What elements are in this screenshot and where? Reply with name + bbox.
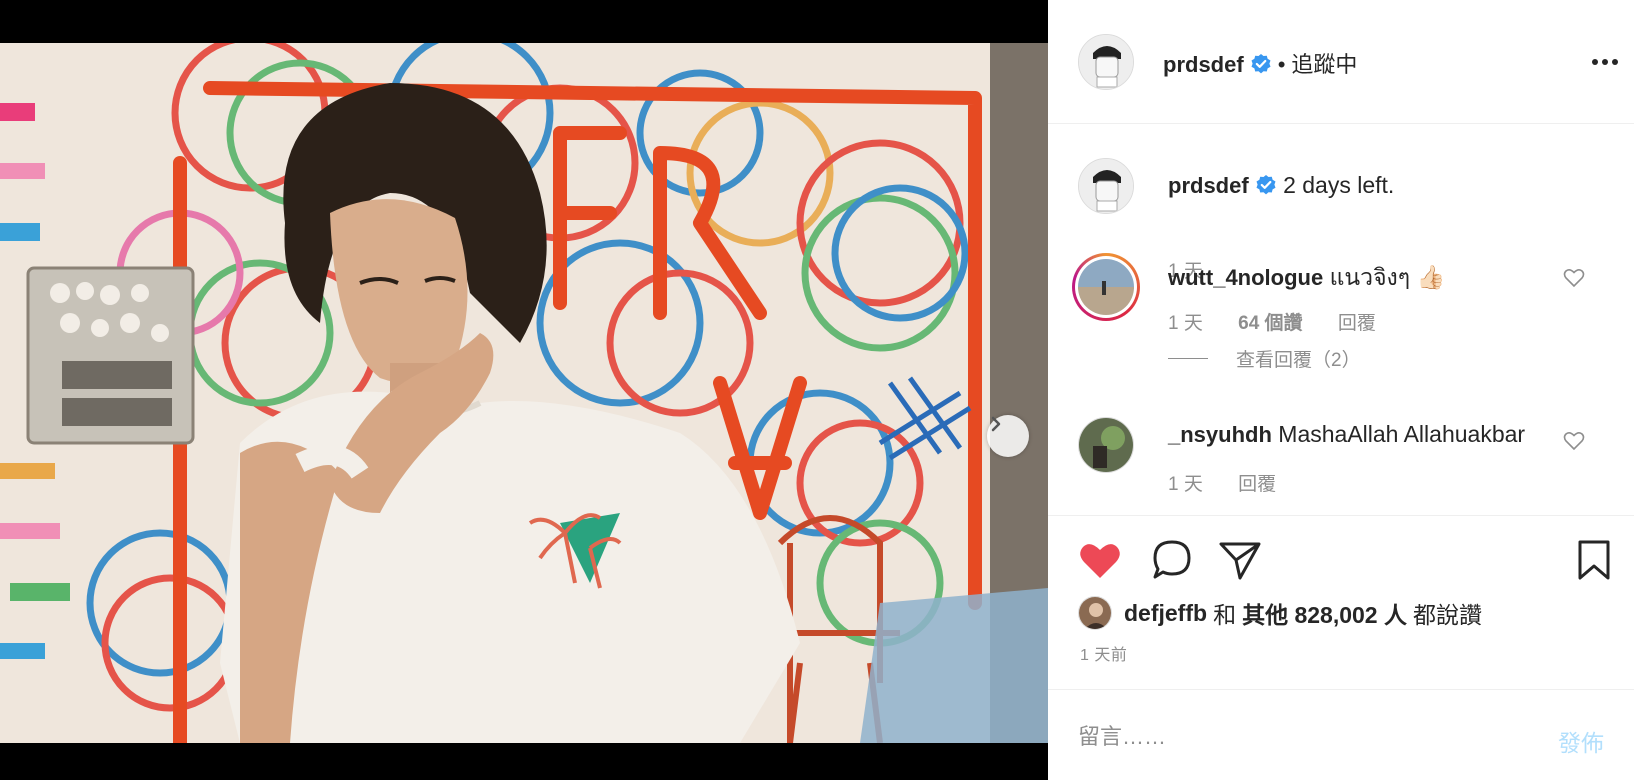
avatar-illustration xyxy=(1079,35,1133,89)
view-replies-label: 查看回覆（2） xyxy=(1236,350,1361,371)
likes-others-count[interactable]: 其他 828,002 人 xyxy=(1242,596,1407,630)
comment-meta: 1 天 64 個讚 回覆 xyxy=(1168,308,1406,335)
avatar-illustration xyxy=(1079,597,1111,629)
view-replies-button[interactable]: 查看回覆（2） xyxy=(1168,345,1361,372)
avatar-illustration xyxy=(1079,159,1133,213)
more-horizontal-icon xyxy=(1592,59,1618,65)
caption-text: 2 days left. xyxy=(1283,172,1395,198)
comment-like-heart-icon[interactable] xyxy=(1562,428,1586,452)
next-slide-button[interactable] xyxy=(987,415,1029,457)
post-timestamp[interactable]: 1 天前 xyxy=(1080,641,1127,665)
comment-time: 1 天 xyxy=(1168,474,1203,495)
like-heart-icon[interactable] xyxy=(1076,536,1124,584)
follow-separator: • xyxy=(1277,52,1286,77)
caption-text-row: prdsdef 2 days left. xyxy=(1168,172,1394,199)
chevron-right-icon xyxy=(991,416,1001,432)
avatar-illustration xyxy=(1078,259,1134,315)
author-username[interactable]: prdsdef xyxy=(1163,52,1244,77)
post-comment-button[interactable]: 發佈 xyxy=(1558,724,1604,758)
comment-text-row: _nsyuhdh MashaAllah Allahuakbar xyxy=(1168,421,1525,448)
share-icon[interactable] xyxy=(1216,536,1264,584)
photo-illustration xyxy=(0,43,1048,743)
comment-text: MashaAllah Allahuakbar xyxy=(1278,421,1526,447)
comment-meta: 1 天 回覆 xyxy=(1168,469,1306,496)
liker-username[interactable]: defjeffb xyxy=(1124,600,1207,627)
more-options-button[interactable] xyxy=(1588,50,1622,74)
comment-like-count[interactable]: 64 個讚 xyxy=(1238,313,1302,334)
comment-like-heart-icon[interactable] xyxy=(1562,265,1586,289)
caption-username[interactable]: prdsdef xyxy=(1168,173,1249,198)
comment-icon[interactable] xyxy=(1148,536,1196,584)
comments-list[interactable]: prdsdef 2 days left. 1 天 wutt_4nologue แ… xyxy=(1048,125,1634,515)
author-avatar[interactable] xyxy=(1078,34,1134,90)
likes-suffix: 都說讚 xyxy=(1412,602,1482,628)
liker-avatar[interactable] xyxy=(1078,596,1112,630)
comment-input[interactable] xyxy=(1078,720,1498,754)
author-row: prdsdef • 追蹤中 xyxy=(1163,47,1357,79)
post-side-panel: prdsdef • 追蹤中 prdsdef 2 days left. 1 天 w… xyxy=(1048,0,1634,780)
likes-and: 和 xyxy=(1213,602,1237,628)
comment-text-row: wutt_4nologue แนวจิงๆ 👍🏻 xyxy=(1168,260,1445,296)
add-comment-section: 發佈 xyxy=(1048,690,1634,780)
comment-reply-button[interactable]: 回覆 xyxy=(1338,313,1376,334)
avatar-illustration xyxy=(1079,418,1133,472)
comment-username[interactable]: wutt_4nologue xyxy=(1168,265,1323,290)
verified-badge-icon xyxy=(1256,175,1276,195)
comment-time: 1 天 xyxy=(1168,313,1203,334)
caption-author-avatar[interactable] xyxy=(1078,158,1134,214)
likes-summary: defjeffb 和 其他 828,002 人 都說讚 xyxy=(1078,596,1488,630)
post-actions: defjeffb 和 其他 828,002 人 都說讚 1 天前 xyxy=(1048,515,1634,690)
commenter-avatar[interactable] xyxy=(1078,417,1134,473)
comment-username[interactable]: _nsyuhdh xyxy=(1168,422,1272,447)
commenter-avatar-with-story[interactable] xyxy=(1072,253,1140,321)
post-header: prdsdef • 追蹤中 xyxy=(1048,0,1634,124)
bookmark-icon[interactable] xyxy=(1570,536,1618,584)
verified-badge-icon xyxy=(1251,54,1271,74)
post-media xyxy=(0,0,1048,780)
view-replies-divider xyxy=(1168,358,1208,359)
following-button[interactable]: 追蹤中 xyxy=(1291,52,1357,77)
post-photo[interactable] xyxy=(0,43,1048,743)
comment-reply-button[interactable]: 回覆 xyxy=(1238,474,1276,495)
comment-text: แนวจิงๆ 👍🏻 xyxy=(1329,264,1446,290)
